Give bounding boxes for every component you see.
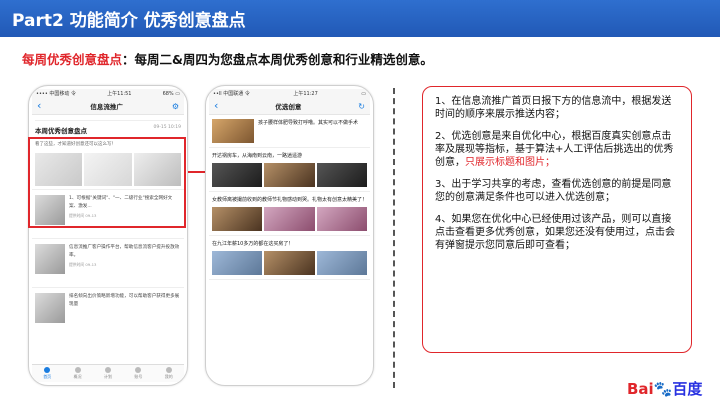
battery: 68% ▭ <box>162 90 180 97</box>
creative-title: 孩子腰样体肥导致打呼噜。其实可以不做手术 <box>258 120 359 126</box>
creative-image <box>264 207 315 231</box>
nav-bar: ‹ 信息流推广 ⚙ <box>32 98 184 115</box>
battery: ▭ <box>361 90 366 97</box>
creative-image <box>316 207 367 231</box>
creative-title: 开达祸房车，从海南到云南，一路逍遥游 <box>212 153 303 159</box>
profile-icon <box>165 367 172 373</box>
tab-bar: 首页 概况 计划 账号 我的 <box>32 364 184 382</box>
creative-title: 女教师离被撮前收到的教师节礼物感动到哭。礼物太有创意太精美了！ <box>212 197 368 203</box>
news-image <box>35 293 65 323</box>
creative-image <box>212 163 263 187</box>
highlight-box <box>28 137 186 228</box>
subtitle-text: ：每周二&周四为您盘点本周优秀创意和行业精选创意。 <box>122 52 433 67</box>
left-phone-screen: •••• 中国移动 令 上午11:51 68% ▭ ‹ 信息流推广 ⚙ 本周优秀… <box>32 89 184 382</box>
nav-title: 信息流推广 <box>90 103 123 111</box>
creative-images <box>212 251 367 275</box>
clock: 上午11:51 <box>107 91 132 97</box>
note-item: 1、在信息流推广首页日报下方的信息流中，根据发送时间的顺序来展示推送内容； <box>435 96 672 120</box>
header-bar: Part2 功能简介 优秀创意盘点 <box>0 0 720 37</box>
card-date: 09-15 10:19 <box>153 125 181 130</box>
overview-icon <box>74 367 81 373</box>
tab-plan[interactable]: 计划 <box>104 367 112 380</box>
back-icon[interactable]: ‹ <box>214 100 218 111</box>
creative-images <box>212 207 367 231</box>
note-highlight: 只展示标题和图片； <box>465 157 555 168</box>
note-item: 2、优选创意是来自优化中心，根据百度真实创意点击率及展现等指标，基于算法+人工评… <box>435 131 674 168</box>
note-item: 4、如果您在优化中心已经使用过该产品，则可以直接点击查看更多优秀创意，如果您还没… <box>435 214 675 251</box>
clock: 上午11:27 <box>293 91 318 97</box>
paw-icon: 🐾 <box>653 380 673 398</box>
tab-account[interactable]: 账号 <box>134 367 142 380</box>
tab-overview[interactable]: 概况 <box>74 367 82 380</box>
home-icon <box>44 367 51 373</box>
status-bar: ••ll 中国联通 令 上午11:27 ▭ <box>209 89 370 98</box>
nav-title: 优选创意 <box>275 103 302 111</box>
list-item[interactable]: 女教师离被撮前收到的教师节礼物感动到哭。礼物太有创意太精美了！ <box>209 192 370 236</box>
right-phone-screen: ••ll 中国联通 令 上午11:27 ▭ ‹ 优选创意 ↻ 孩子腰样体肥导致打… <box>209 89 370 382</box>
creative-image <box>264 251 315 275</box>
plan-icon <box>104 367 111 373</box>
baidu-logo: Bai🐾百度 <box>627 380 703 398</box>
creative-image <box>316 163 367 187</box>
news-image <box>35 244 65 274</box>
list-item[interactable]: 排名倾向出价策略新增功能，可以帮助客户获得更多展现量 <box>32 287 184 336</box>
settings-icon[interactable]: ⚙ <box>172 102 179 111</box>
right-phone-mockup: ••ll 中国联通 令 上午11:27 ▭ ‹ 优选创意 ↻ 孩子腰样体肥导致打… <box>205 85 374 386</box>
dashed-divider <box>393 88 395 388</box>
news-text: 信息流推广客户操作平台，帮助信息流客户提升投放效率。 <box>69 245 180 258</box>
creative-image <box>264 163 315 187</box>
list-item[interactable]: 信息流推广客户操作平台，帮助信息流客户提升投放效率。 提供时间 09-13 <box>32 238 184 287</box>
subtitle-highlight: 每周优秀创意盘点 <box>22 52 123 67</box>
news-text: 排名倾向出价策略新增功能，可以帮助客户获得更多展现量 <box>69 294 180 307</box>
tab-me[interactable]: 我的 <box>165 367 173 380</box>
page-title: Part2 功能简介 优秀创意盘点 <box>12 11 246 31</box>
list-item[interactable]: 在九江年薪10多万的都在这买房了！ <box>209 236 370 280</box>
back-icon[interactable]: ‹ <box>37 100 41 111</box>
subtitle: 每周优秀创意盘点：每周二&周四为您盘点本周优秀创意和行业精选创意。 <box>22 49 433 68</box>
refresh-icon[interactable]: ↻ <box>358 102 365 111</box>
creative-images <box>212 163 367 187</box>
left-phone-mockup: •••• 中国移动 令 上午11:51 68% ▭ ‹ 信息流推广 ⚙ 本周优秀… <box>28 85 188 386</box>
carrier: ••ll 中国联通 令 <box>213 91 250 97</box>
creative-image <box>212 119 254 143</box>
nav-bar: ‹ 优选创意 ↻ <box>209 98 370 115</box>
account-icon <box>135 367 142 373</box>
notes-panel: 1、在信息流推广首页日报下方的信息流中，根据发送时间的顺序来展示推送内容； 2、… <box>422 86 692 353</box>
carrier: •••• 中国移动 令 <box>36 91 76 97</box>
note-item: 3、出于学习共享的考虑，查看优选创意的前提是同意您的创意满足条件也可以进入优选创… <box>435 179 672 203</box>
creative-image <box>316 251 367 275</box>
list-item[interactable]: 孩子腰样体肥导致打呼噜。其实可以不做手术 <box>209 115 370 148</box>
card-title: 本周优秀创意盘点 <box>35 127 87 135</box>
list-item[interactable]: 开达祸房车，从海南到云南，一路逍遥游 <box>209 148 370 192</box>
creative-title: 在九江年薪10多万的都在这买房了！ <box>212 241 294 247</box>
news-meta: 提供时间 09-13 <box>69 262 97 267</box>
creative-image <box>212 251 263 275</box>
tab-home[interactable]: 首页 <box>43 367 51 380</box>
status-bar: •••• 中国移动 令 上午11:51 68% ▭ <box>32 89 184 98</box>
creative-image <box>212 207 263 231</box>
